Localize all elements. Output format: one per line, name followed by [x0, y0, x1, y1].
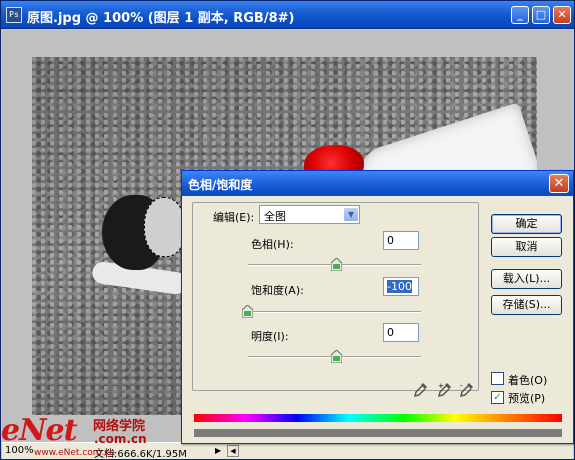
- eyedropper-minus-icon[interactable]: -: [459, 382, 474, 398]
- document-title: 原图.jpg @ 100% (图层 1 副本, RGB/8#): [27, 11, 295, 26]
- minimize-icon[interactable]: _: [511, 6, 529, 24]
- slider-thumb-icon[interactable]: [331, 258, 342, 271]
- colorize-checkbox[interactable]: [491, 372, 504, 385]
- maximize-icon[interactable]: □: [532, 6, 550, 24]
- watermark-url: .com.cn: [94, 432, 147, 446]
- scroll-left-icon[interactable]: ◀: [227, 445, 239, 457]
- lightness-value: 0: [387, 326, 394, 339]
- preview-label: 预览(P): [508, 392, 546, 405]
- girl-face-selection: [144, 197, 186, 257]
- save-button[interactable]: 存储(S)...: [491, 295, 562, 315]
- saturation-label: 饱和度(A):: [251, 284, 304, 297]
- input-spectrum-bar: [194, 414, 562, 422]
- hue-label: 色相(H):: [251, 238, 294, 251]
- colorize-label: 着色(O): [508, 374, 548, 387]
- status-menu-arrow-icon[interactable]: ▶: [215, 446, 225, 456]
- watermark-logo: eNet 网络学院 .com.cn www.eNet.com.cn: [1, 413, 191, 460]
- eyedropper-icon[interactable]: [413, 382, 428, 398]
- ok-button[interactable]: 确定: [491, 214, 562, 234]
- watermark-url-small: www.eNet.com.cn: [34, 448, 116, 458]
- cancel-button[interactable]: 取消: [491, 237, 562, 257]
- checkmark-icon: ✓: [493, 392, 502, 403]
- dialog-title: 色相/饱和度: [188, 178, 253, 192]
- edit-select-value: 全图: [264, 210, 286, 223]
- edit-label: 编辑(E):: [213, 211, 255, 224]
- close-icon[interactable]: ✕: [553, 6, 571, 24]
- lightness-label: 明度(I):: [251, 330, 289, 343]
- app-icon[interactable]: Ps: [6, 7, 22, 23]
- eyedropper-plus-icon[interactable]: +: [437, 382, 452, 398]
- edit-select[interactable]: 全图 ▼: [259, 205, 360, 224]
- hue-value: 0: [387, 234, 394, 247]
- lightness-input[interactable]: 0: [383, 323, 419, 342]
- svg-text:-: -: [460, 382, 463, 390]
- saturation-slider-track[interactable]: [248, 311, 421, 313]
- dialog-titlebar[interactable]: 色相/饱和度 ✕: [182, 171, 573, 196]
- saturation-input[interactable]: -100: [383, 277, 419, 296]
- hue-input[interactable]: 0: [383, 231, 419, 250]
- preview-checkbox[interactable]: ✓: [491, 391, 504, 404]
- watermark-enet: eNet: [1, 413, 77, 448]
- document-titlebar[interactable]: Ps 原图.jpg @ 100% (图层 1 副本, RGB/8#) _ □ ✕: [1, 1, 574, 29]
- slider-thumb-icon[interactable]: [242, 305, 253, 318]
- dropdown-arrow-icon[interactable]: ▼: [343, 207, 359, 222]
- dialog-close-icon[interactable]: ✕: [549, 174, 569, 193]
- svg-text:+: +: [438, 382, 444, 390]
- slider-thumb-icon[interactable]: [331, 350, 342, 363]
- hue-saturation-dialog: 色相/饱和度 ✕ 编辑(E): 全图 ▼ 色相(H): 0 饱和度(A): -1…: [181, 170, 574, 444]
- saturation-value: -100: [387, 280, 412, 293]
- output-spectrum-bar: [194, 429, 562, 437]
- load-button[interactable]: 载入(L)...: [491, 269, 562, 289]
